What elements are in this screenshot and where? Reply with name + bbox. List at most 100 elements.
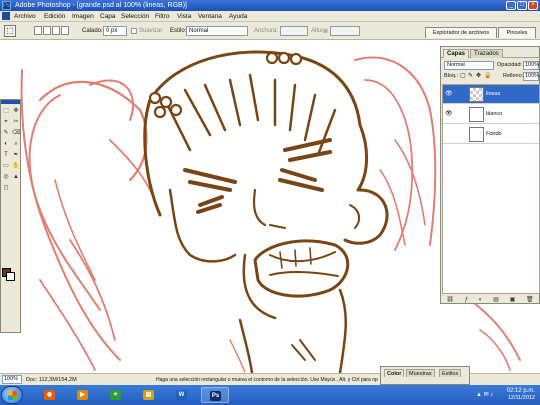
menu-capa[interactable]: Capa <box>100 12 116 21</box>
layer-row-lineas[interactable]: 👁 lineas <box>443 85 539 104</box>
trash-icon[interactable]: 🗑 <box>526 296 534 304</box>
menu-ventana[interactable]: Ventana <box>198 12 222 21</box>
lasso-tool-icon[interactable]: ⌖ <box>2 118 10 126</box>
layer-style-icon[interactable]: ƒ <box>465 296 468 304</box>
lock-all-icon[interactable]: 🔒 <box>484 73 491 79</box>
add-selection-icon[interactable] <box>43 26 51 35</box>
taskbar-photoshop[interactable]: Ps <box>201 387 229 403</box>
dodge-tool-icon[interactable]: ◐ <box>2 140 10 148</box>
menu-imagen[interactable]: Imagen <box>72 12 94 21</box>
zoom-field[interactable]: 100% <box>2 375 22 384</box>
taskbar-media-player[interactable]: ▶ <box>69 387 97 403</box>
minimize-button[interactable]: _ <box>506 1 516 10</box>
maximize-button[interactable]: □ <box>517 1 527 10</box>
visibility-eye-icon[interactable]: 👁 <box>445 111 453 117</box>
color-panel: Color Muestras Estilos <box>380 366 470 385</box>
close-button[interactable]: × <box>528 1 538 10</box>
taskbar-explorer[interactable]: ▤ <box>135 387 163 403</box>
hand-tool-icon[interactable]: ✋ <box>12 162 20 170</box>
zoom-tool-icon[interactable]: ⌕ <box>12 140 20 148</box>
layer-row-blanco[interactable]: 👁 blanco <box>443 105 539 124</box>
menu-archivo[interactable]: Archivo <box>14 12 36 21</box>
lock-label: Bloq.: <box>444 73 459 79</box>
app-menu-icon[interactable] <box>2 12 10 20</box>
lock-transparency-icon[interactable]: ▢ <box>460 73 466 79</box>
menu-edicion[interactable]: Edición <box>44 12 65 21</box>
layer-thumbnail <box>469 107 484 122</box>
tab-styles[interactable]: Estilos <box>439 369 462 377</box>
style-select[interactable]: Normal <box>186 26 248 36</box>
link-layers-icon[interactable]: ⛓ <box>446 296 454 304</box>
lock-pixels-icon[interactable]: ✎ <box>468 73 474 79</box>
visibility-eye-icon[interactable]: 👁 <box>445 91 453 97</box>
pen-tool-icon[interactable]: ✒ <box>12 151 20 159</box>
tools-panel: ⬚ ✥ ⌖ ✂ ✎ ⌫ ◐ ⌕ T ✒ ▭ ✋ ◎ ▲ ◻ <box>0 99 21 333</box>
document-size[interactable]: Doc: 112,3M/154,2M <box>26 376 77 384</box>
tab-color[interactable]: Color <box>384 369 405 377</box>
tab-layers[interactable]: Capas <box>443 49 470 58</box>
start-button[interactable] <box>1 386 23 404</box>
options-bar: ⬚ Calado: 0 px Suavizar Estilo: Normal A… <box>0 22 540 40</box>
shape-tool-icon[interactable]: ▭ <box>2 162 10 170</box>
tab-paths[interactable]: Trazados <box>470 49 503 58</box>
marquee-tool-preset-icon[interactable]: ⬚ <box>4 25 16 37</box>
lock-position-icon[interactable]: ✥ <box>476 73 482 79</box>
tab-brushes[interactable]: Pinceles <box>498 27 536 38</box>
tools-panel-header[interactable] <box>1 100 20 104</box>
new-layer-icon[interactable]: ▣ <box>510 296 516 304</box>
menu-vista[interactable]: Vista <box>177 12 191 21</box>
width-field[interactable] <box>280 26 308 36</box>
width-label: Anchura: <box>254 28 279 34</box>
tab-file-browser[interactable]: Explorador de archivos <box>425 27 497 38</box>
layer-row-fondo[interactable]: Fondo <box>443 125 539 144</box>
marquee-tool-icon[interactable]: ⬚ <box>2 107 10 115</box>
adjustment-layer-icon[interactable]: ◐ <box>479 296 483 304</box>
intersect-selection-icon[interactable] <box>61 26 69 35</box>
new-group-icon[interactable]: ▤ <box>493 296 499 304</box>
blur-tool-icon[interactable]: ◎ <box>2 173 10 181</box>
line-art <box>143 50 389 373</box>
fill-field[interactable]: 100% <box>523 72 539 81</box>
height-field[interactable] <box>330 26 360 36</box>
media-player-icon: ▶ <box>77 390 88 400</box>
brush-tool-icon[interactable]: ✎ <box>2 129 10 137</box>
subtract-selection-icon[interactable] <box>52 26 60 35</box>
firefox-icon: ◉ <box>44 390 55 400</box>
menu-filtro[interactable]: Filtro <box>155 12 169 21</box>
feather-field[interactable]: 0 px <box>103 26 127 36</box>
layer-thumbnail <box>469 87 484 102</box>
folder-icon: ▤ <box>143 390 154 400</box>
new-selection-icon[interactable] <box>34 26 42 35</box>
taskbar-word[interactable]: W <box>168 387 196 403</box>
eraser-tool-icon[interactable]: ⌫ <box>12 129 20 137</box>
tool-hint: Haga una selección rectangular o mueva e… <box>156 377 378 383</box>
menu-ayuda[interactable]: Ayuda <box>229 12 247 21</box>
crop-tool-icon[interactable]: ✂ <box>12 118 20 126</box>
hair-clips <box>148 51 303 119</box>
menu-seleccion[interactable]: Selección <box>121 12 149 21</box>
opacity-field[interactable]: 100% <box>523 61 539 70</box>
layer-thumbnail <box>469 127 484 142</box>
menu-bar: Archivo Edición Imagen Capa Selección Fi… <box>0 11 540 22</box>
antialias-checkbox[interactable] <box>131 28 137 34</box>
type-tool-icon[interactable]: T <box>2 151 10 159</box>
layers-footer: ⛓ ƒ ◐ ▤ ▣ 🗑 <box>441 296 539 304</box>
tab-swatches[interactable]: Muestras <box>406 369 435 377</box>
background-color-swatch[interactable] <box>6 272 15 281</box>
blend-mode-select[interactable]: Normal <box>444 61 494 70</box>
taskbar-firefox[interactable]: ◉ <box>36 387 64 403</box>
windows-logo-icon <box>8 391 17 400</box>
tray-icons[interactable]: ▲ ✉ ♪ <box>476 391 493 398</box>
clock-date[interactable]: 12/11/2012 <box>508 395 535 402</box>
taskbar-messenger[interactable]: ✦ <box>102 387 130 403</box>
layer-name: Fondo <box>486 131 502 137</box>
clock-time[interactable]: 02:12 p.m. <box>507 388 535 395</box>
layer-name: blanco <box>486 111 503 117</box>
opacity-label: Opacidad: <box>497 62 523 68</box>
word-icon: W <box>176 390 187 400</box>
system-tray: ▲ ✉ ♪ 02:12 p.m. 12/11/2012 <box>476 387 538 403</box>
move-tool-icon[interactable]: ✥ <box>12 107 20 115</box>
taskbar: ◉ ▶ ✦ ▤ W Ps ▲ ✉ ♪ 02:12 p.m. 12/11/2012 <box>0 385 540 405</box>
path-select-tool-icon[interactable]: ▲ <box>12 173 20 181</box>
notes-tool-icon[interactable]: ◻ <box>2 184 10 192</box>
